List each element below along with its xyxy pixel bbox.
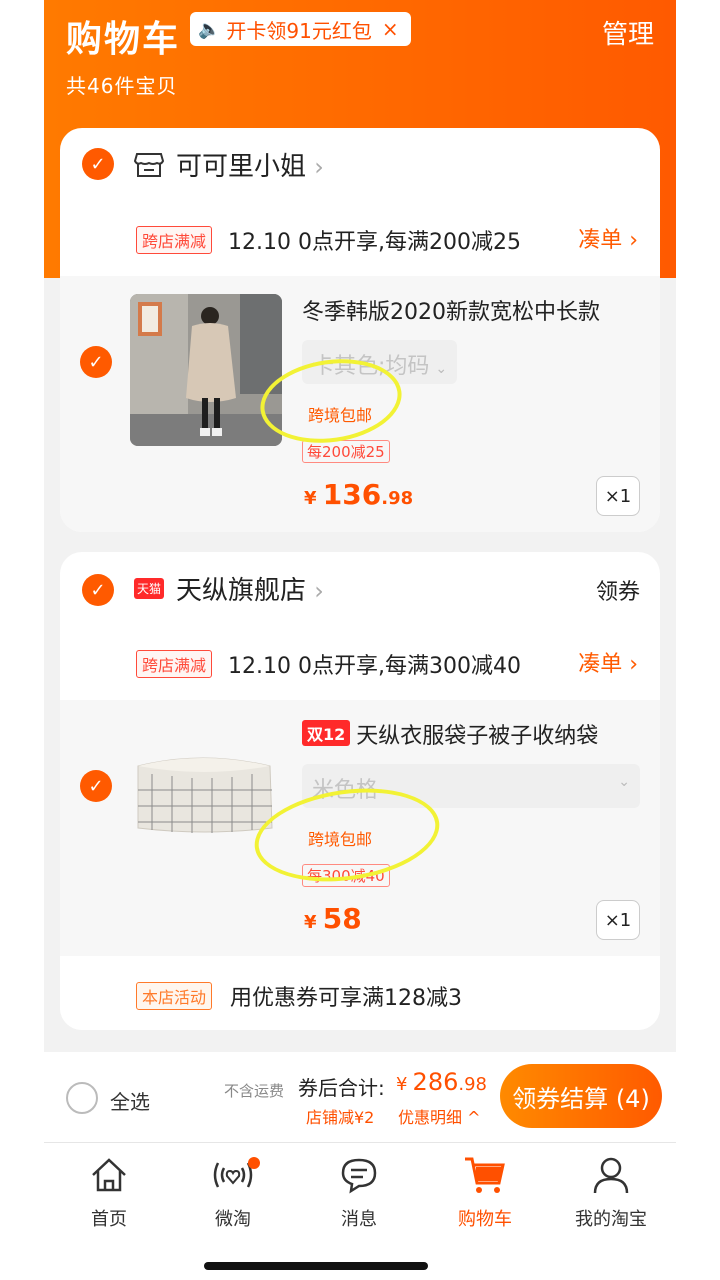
product-image[interactable] <box>132 744 278 840</box>
tab-label: 微淘 <box>215 1209 251 1230</box>
item-count: 共46件宝贝 <box>66 74 178 98</box>
item-checkbox[interactable]: ✓ <box>80 346 112 378</box>
shipping-note: 不含运费 <box>224 1082 285 1100</box>
shop-card: ✓ 天猫 天纵旗舰店 › 领券 跨店满减 12.10 0点开享,每满300减40… <box>60 552 660 1030</box>
quantity-stepper[interactable]: ×1 <box>596 476 640 516</box>
page-title: 购物车 <box>66 19 181 60</box>
tab-label: 消息 <box>341 1209 377 1230</box>
store-discount: 店铺减¥2 <box>306 1108 375 1127</box>
promo-text: 12.10 0点开享,每满300减40 <box>228 654 521 679</box>
chevron-down-icon: ⌄ <box>618 774 630 790</box>
store-activity-tag: 本店活动 <box>136 982 213 1010</box>
shop-name[interactable]: 可可里小姐 › <box>176 146 324 183</box>
select-all-label[interactable]: 全选 <box>110 1086 150 1115</box>
product-price: ¥ 136.98 <box>304 478 414 511</box>
get-coupon-button[interactable]: 领券 <box>596 574 640 606</box>
check-icon: ✓ <box>90 153 106 175</box>
quantity-stepper[interactable]: ×1 <box>596 900 640 940</box>
cart-icon <box>422 1151 548 1199</box>
tab-weitao[interactable]: 微淘 <box>170 1151 296 1231</box>
shop-name[interactable]: 天纵旗舰店 › <box>176 570 324 607</box>
speaker-icon: 🔈 <box>198 18 221 40</box>
discount-detail-link[interactable]: 优惠明细 ^ <box>398 1104 481 1128</box>
notification-dot <box>248 1157 260 1169</box>
promo-tag: 跨店满减 <box>136 650 213 678</box>
product-title[interactable]: 双12 天纵衣服袋子被子收纳袋 <box>302 718 598 750</box>
store-activity-row[interactable]: 本店活动 用优惠券可享满128减3 <box>60 958 660 1030</box>
check-icon: ✓ <box>90 579 106 601</box>
checkout-bar: 全选 不含运费 券后合计: ¥ 286.98 店铺减¥2 优惠明细 ^ 领券结算… <box>44 1052 676 1142</box>
add-items-link[interactable]: 凑单 › <box>578 222 638 254</box>
add-items-link[interactable]: 凑单 › <box>578 646 638 678</box>
cart-item[interactable]: ✓ 冬季韩版2020新款宽松中长款 卡其色;均码 ⌄ 跨境包邮 每200减25 … <box>60 276 660 532</box>
profile-icon <box>548 1151 674 1199</box>
shop-checkbox[interactable]: ✓ <box>82 574 114 606</box>
promo-tag: 跨店满减 <box>136 226 213 254</box>
total-amount: ¥ 286.98 <box>396 1068 487 1096</box>
home-indicator[interactable] <box>204 1262 428 1270</box>
tab-cart[interactable]: 购物车 <box>422 1151 548 1231</box>
tab-home[interactable]: 首页 <box>46 1151 172 1231</box>
cart-item[interactable]: ✓ 双12 天纵衣服袋子被子收纳袋 米色格 ⌄ 跨境包邮 每300减40 ¥ 58 <box>60 700 660 956</box>
item-checkbox[interactable]: ✓ <box>80 770 112 802</box>
select-all-checkbox[interactable] <box>66 1082 98 1114</box>
check-icon: ✓ <box>88 351 104 373</box>
promo-text: 12.10 0点开享,每满200减25 <box>228 230 521 255</box>
double-12-badge: 双12 <box>302 720 351 746</box>
product-price: ¥ 58 <box>304 902 362 935</box>
chevron-right-icon: › <box>314 577 324 605</box>
chevron-down-icon: ⌄ <box>435 361 448 377</box>
membership-promo-banner[interactable]: 🔈 开卡领91元红包 × <box>190 12 411 46</box>
home-icon <box>46 1151 172 1199</box>
bottom-tab-bar: 首页 微淘 消息 购物车 我的淘宝 <box>44 1142 676 1280</box>
discount-tag: 每200减25 <box>302 440 390 463</box>
message-icon <box>296 1151 422 1199</box>
chevron-right-icon: › <box>314 153 324 181</box>
tab-label: 首页 <box>91 1209 127 1230</box>
cross-store-promo-row: 跨店满减 12.10 0点开享,每满200减25 凑单 › <box>60 216 660 262</box>
tab-messages[interactable]: 消息 <box>296 1151 422 1231</box>
shop-icon <box>133 150 165 178</box>
total-label: 券后合计: <box>298 1076 385 1100</box>
shop-header[interactable]: ✓ 天猫 天纵旗舰店 › 领券 <box>60 552 660 628</box>
promo-banner-text: 开卡领91元红包 <box>226 18 372 43</box>
tab-my-taobao[interactable]: 我的淘宝 <box>548 1151 674 1231</box>
tmall-badge: 天猫 <box>134 578 165 599</box>
checkout-button[interactable]: 领券结算 (4) <box>500 1064 662 1128</box>
shop-card: ✓ 可可里小姐 › 跨店满减 12.10 0点开享,每满200减25 凑单 › … <box>60 128 660 532</box>
tab-label: 我的淘宝 <box>575 1209 647 1230</box>
shop-checkbox[interactable]: ✓ <box>82 148 114 180</box>
shop-header[interactable]: ✓ 可可里小姐 › <box>60 128 660 204</box>
manage-button[interactable]: 管理 <box>602 14 654 51</box>
close-icon[interactable]: × <box>382 17 399 41</box>
check-icon: ✓ <box>88 775 104 797</box>
cross-store-promo-row: 跨店满减 12.10 0点开享,每满300减40 凑单 › <box>60 640 660 686</box>
weitao-icon <box>170 1151 296 1199</box>
tab-label: 购物车 <box>458 1209 512 1230</box>
product-title[interactable]: 冬季韩版2020新款宽松中长款 <box>302 294 600 326</box>
phone-screen: 购物车 🔈 开卡领91元红包 × 管理 共46件宝贝 ✓ 可可里小姐 › 跨店满… <box>44 0 676 1280</box>
product-image[interactable] <box>130 294 282 446</box>
store-activity-text: 用优惠券可享满128减3 <box>230 986 462 1011</box>
